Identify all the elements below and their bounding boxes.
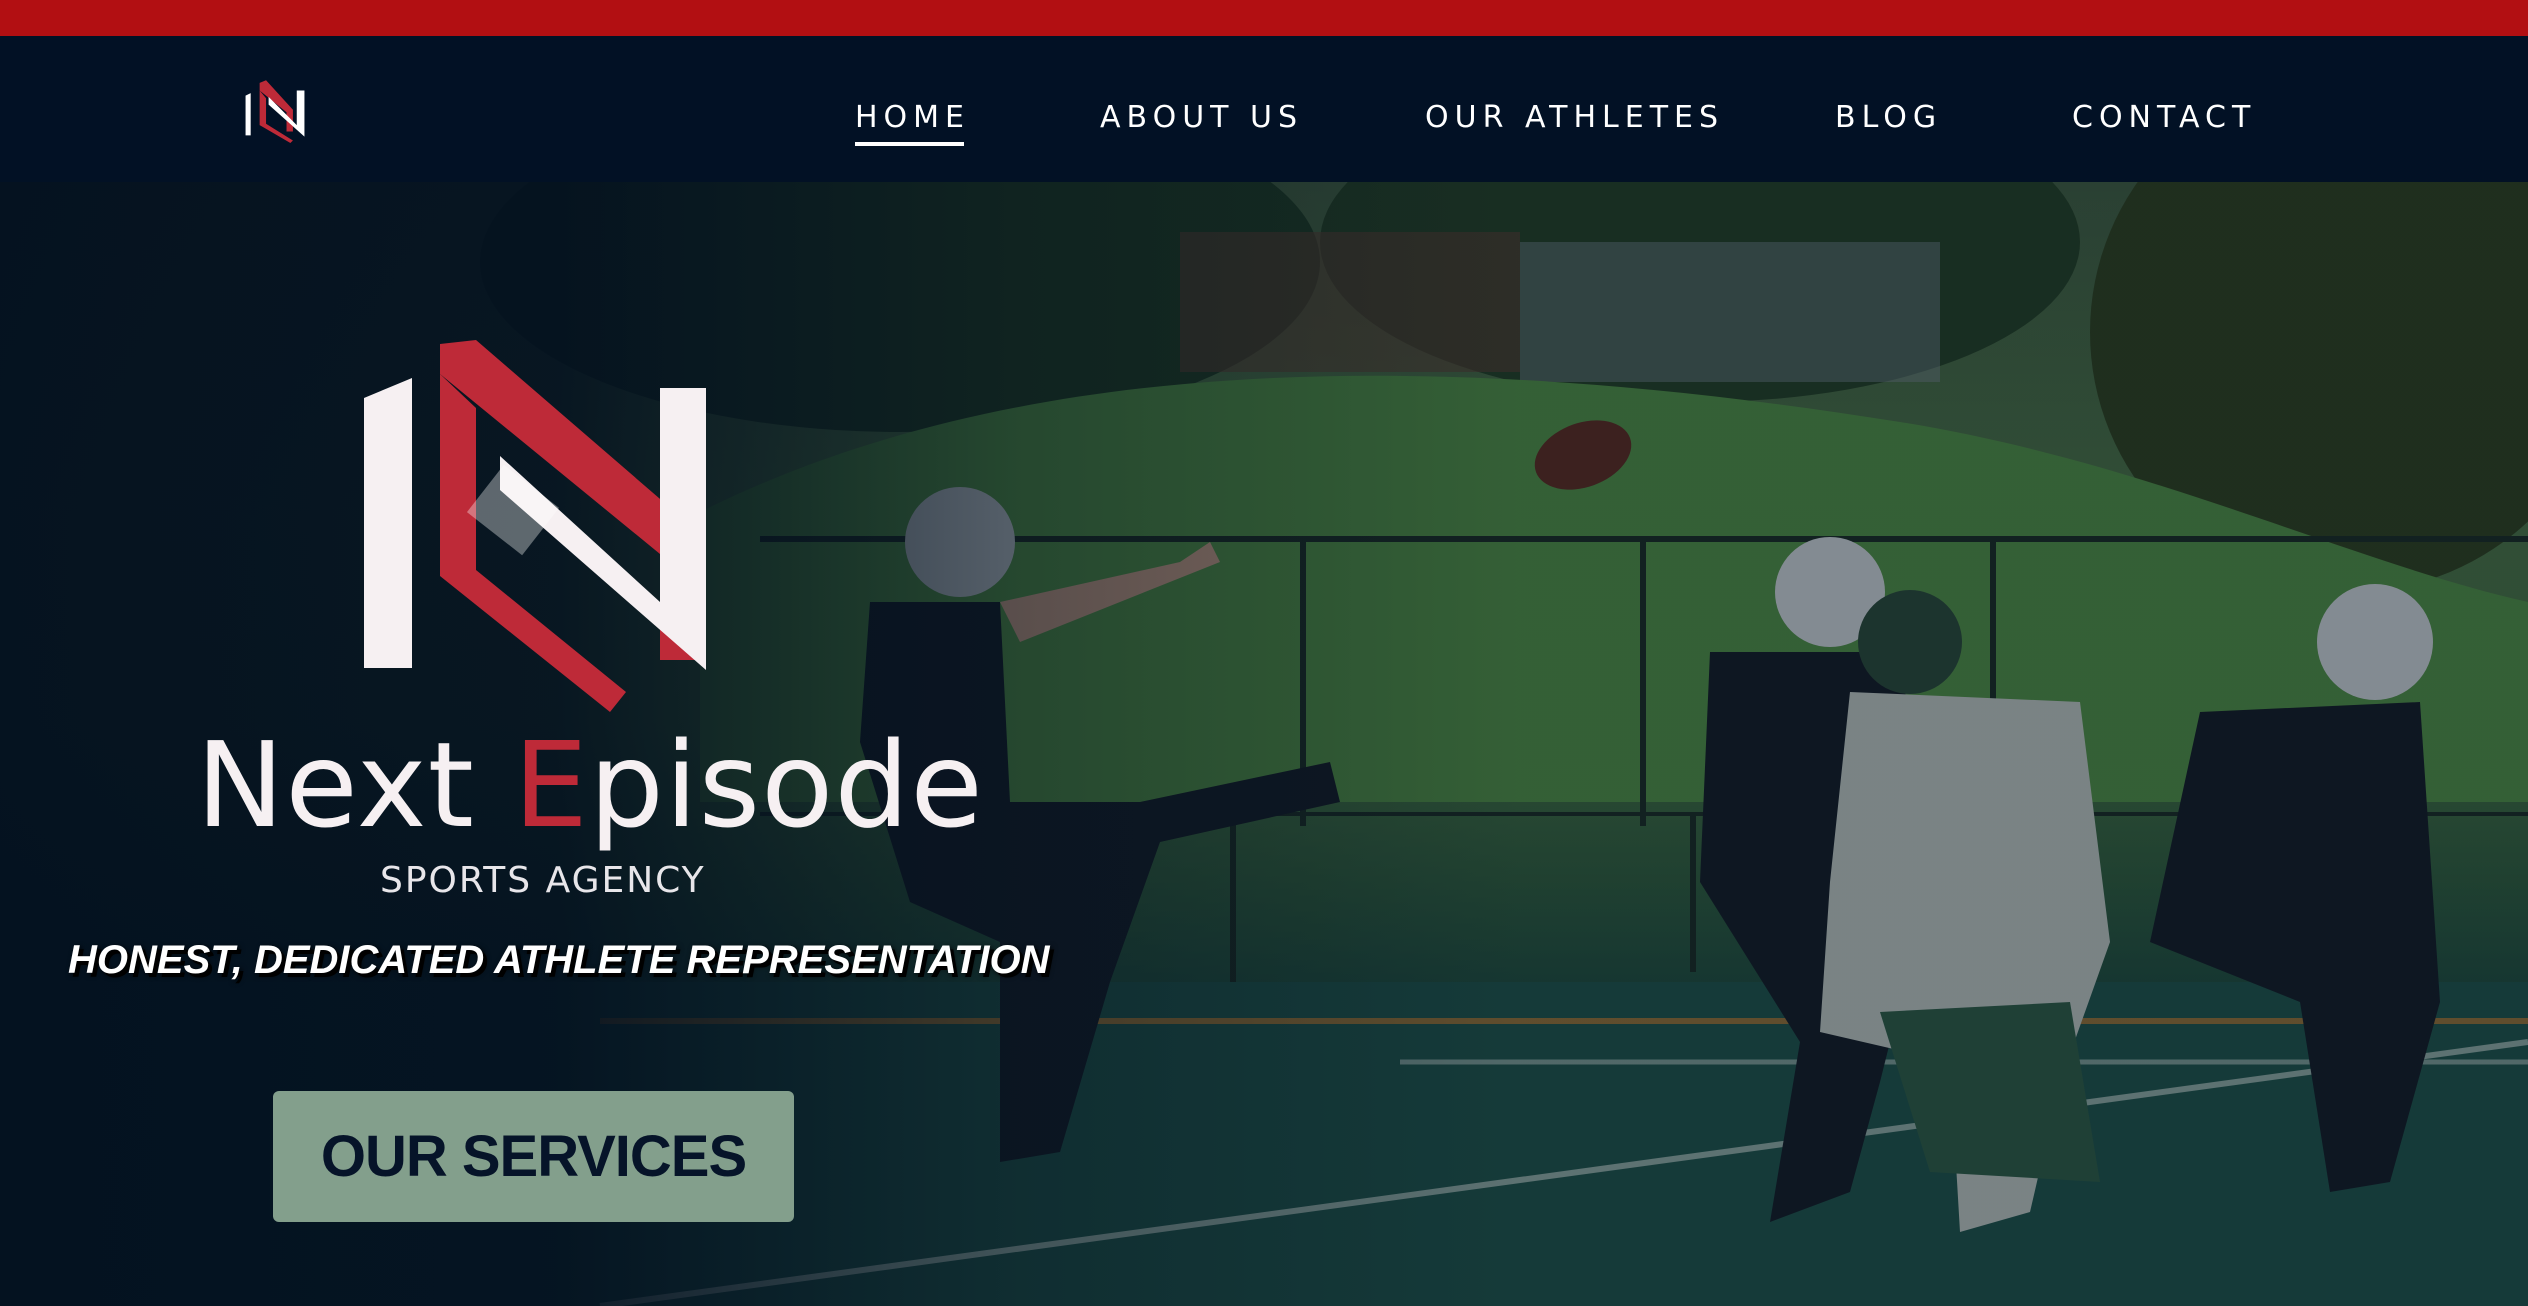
brand-name: Next Episode: [196, 716, 984, 854]
nav-home[interactable]: HOME: [855, 98, 970, 146]
top-accent-stripe: [0, 0, 2528, 36]
site-header: HOME ABOUT US OUR ATHLETES BLOG CONTACT: [0, 36, 2528, 182]
our-services-button[interactable]: OUR SERVICES: [273, 1091, 794, 1222]
hero-tagline: HONEST, DEDICATED ATHLETE REPRESENTATION: [68, 938, 1050, 982]
brand-subtitle: SPORTS AGENCY: [380, 860, 706, 901]
next-episode-logo-icon: [364, 340, 706, 712]
nav-about-us[interactable]: ABOUT US: [1100, 98, 1303, 138]
main-nav: HOME ABOUT US OUR ATHLETES BLOG CONTACT: [0, 98, 2528, 146]
brand-name-accent-letter: E: [513, 716, 589, 854]
our-services-button-label: OUR SERVICES: [320, 1124, 747, 1189]
nav-blog[interactable]: BLOG: [1835, 98, 1942, 138]
nav-our-athletes[interactable]: OUR ATHLETES: [1425, 98, 1724, 138]
nav-contact[interactable]: CONTACT: [2072, 98, 2256, 138]
